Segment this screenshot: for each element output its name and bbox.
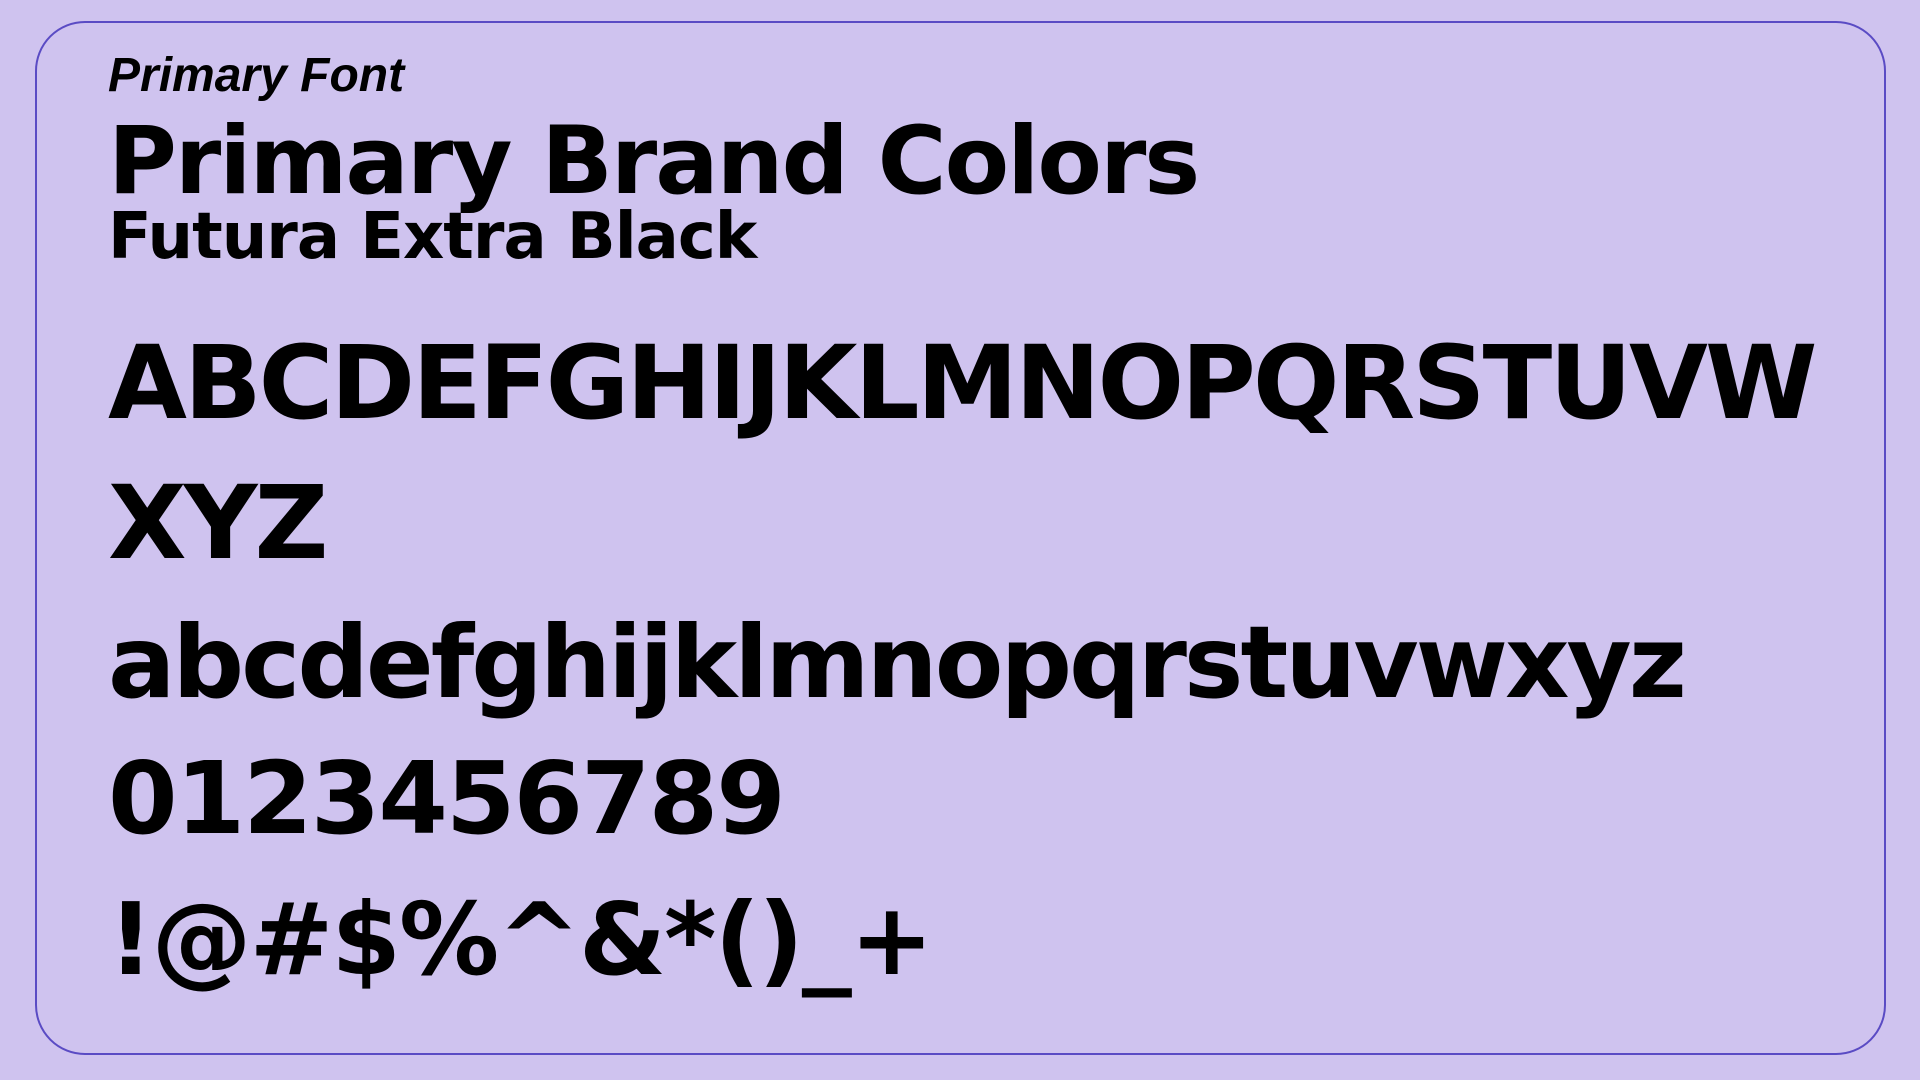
section-label: Primary Font xyxy=(108,49,405,102)
page-title: Primary Brand Colors xyxy=(108,107,1200,216)
symbols-specimen: !@#$%^&*()_+ xyxy=(108,881,934,998)
lowercase-specimen: abcdefghijklmnopqrstuvwxyz xyxy=(108,604,1687,721)
uppercase-specimen: ABCDEFGHIJKLMNOPQRSTUVWXYZ xyxy=(108,324,1818,583)
font-name: Futura Extra Black xyxy=(108,200,757,274)
digits-specimen: 0123456789 xyxy=(108,740,786,857)
